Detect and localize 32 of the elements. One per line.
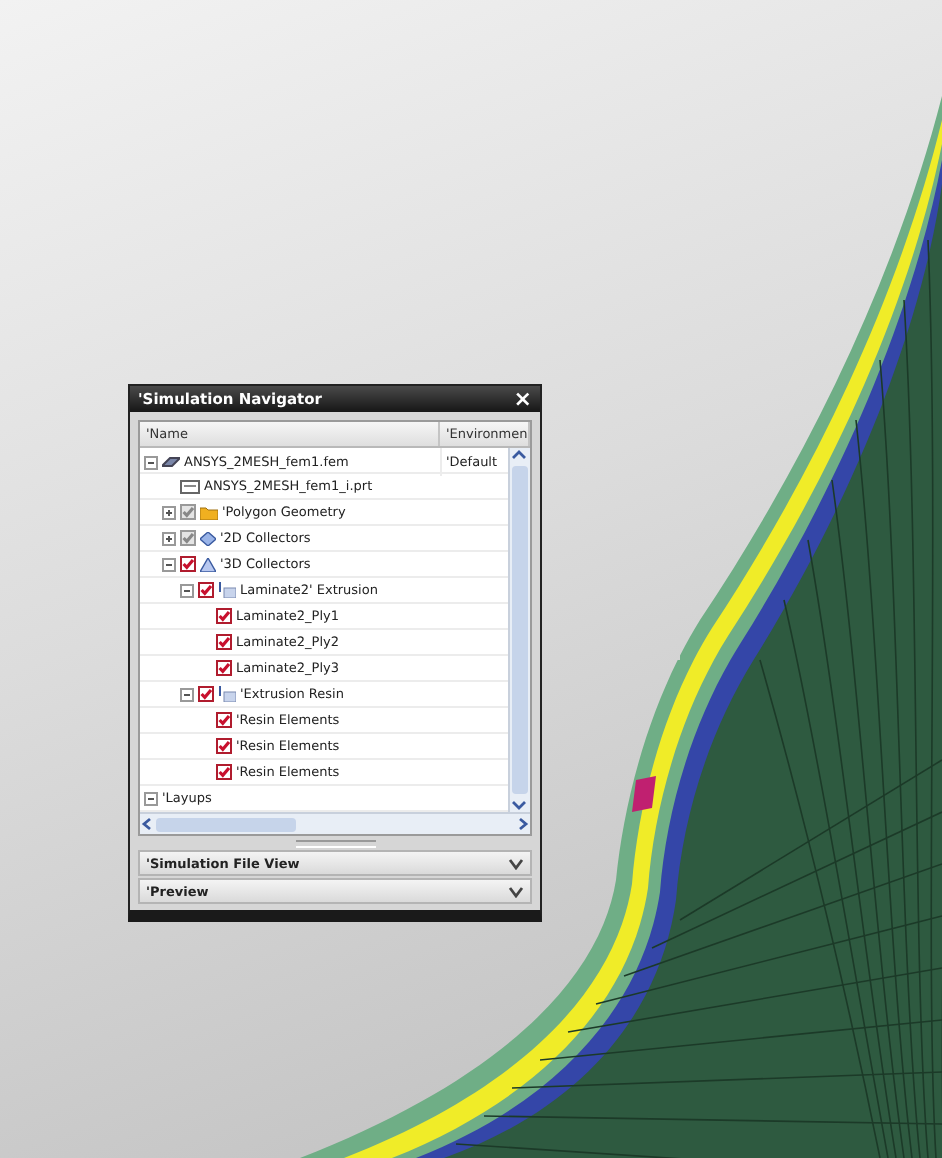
checkbox[interactable] xyxy=(198,582,214,598)
file-icon xyxy=(180,479,200,493)
scroll-left-icon[interactable] xyxy=(140,816,156,832)
mesh-file-icon xyxy=(162,455,180,469)
extrusion-icon xyxy=(218,582,236,598)
pyramid-icon xyxy=(200,557,216,571)
checkbox[interactable] xyxy=(216,660,232,676)
vertical-scrollbar[interactable] xyxy=(508,448,530,812)
scroll-right-icon[interactable] xyxy=(514,816,530,832)
checkbox[interactable] xyxy=(216,608,232,624)
collapse-icon[interactable] xyxy=(144,455,158,469)
close-button[interactable]: × xyxy=(513,388,532,410)
collapse-icon[interactable] xyxy=(162,557,176,571)
horizontal-scrollbar[interactable] xyxy=(140,812,530,834)
scroll-up-icon[interactable] xyxy=(510,448,528,462)
collapse-icon[interactable] xyxy=(180,687,194,701)
expand-icon[interactable] xyxy=(162,531,176,545)
checkbox[interactable] xyxy=(216,712,232,728)
collapse-icon[interactable] xyxy=(180,583,194,597)
checkbox[interactable] xyxy=(198,686,214,702)
diamond-icon xyxy=(200,531,216,545)
checkbox[interactable] xyxy=(180,504,196,520)
checkbox[interactable] xyxy=(216,738,232,754)
scroll-down-icon[interactable] xyxy=(510,798,528,812)
expand-icon[interactable] xyxy=(162,505,176,519)
checkbox[interactable] xyxy=(216,764,232,780)
collapse-icon[interactable] xyxy=(144,791,158,805)
checkbox[interactable] xyxy=(180,556,196,572)
checkbox[interactable] xyxy=(180,530,196,546)
extrusion-icon xyxy=(218,686,236,702)
folder-icon xyxy=(200,505,218,519)
checkbox[interactable] xyxy=(216,634,232,650)
